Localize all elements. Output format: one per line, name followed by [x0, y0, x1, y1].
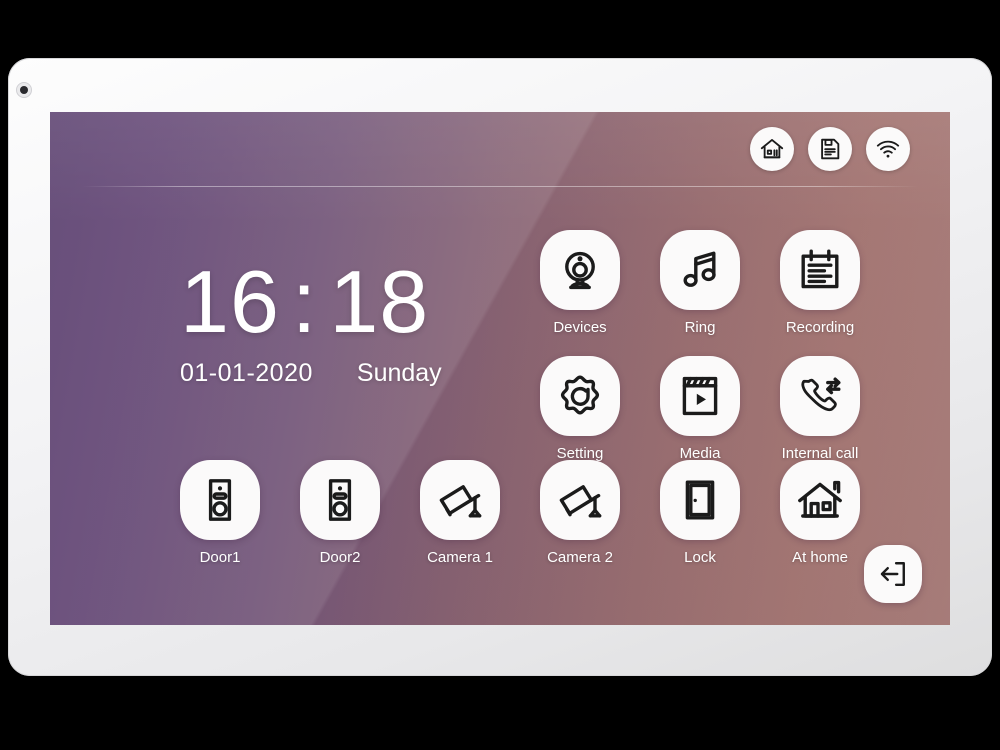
clock-colon: : — [291, 252, 318, 351]
app-label: Lock — [684, 549, 716, 566]
music-note-icon — [676, 246, 724, 294]
app-door2[interactable]: Door2 — [280, 460, 400, 566]
app-tile[interactable] — [660, 356, 740, 436]
app-media[interactable]: Media — [640, 356, 760, 462]
webcam-icon — [556, 246, 604, 294]
intercom-device-bezel: 16 : 18 01-01-2020 Sunday Devices Ring R… — [8, 58, 992, 676]
call-transfer-icon — [796, 372, 844, 420]
app-recording[interactable]: Recording — [760, 230, 880, 336]
app-tile[interactable] — [180, 460, 260, 540]
app-tile[interactable] — [780, 460, 860, 540]
app-tile[interactable] — [420, 460, 500, 540]
app-at-home[interactable]: At home — [760, 460, 880, 566]
app-tile[interactable] — [540, 460, 620, 540]
clock-widget: 16 : 18 01-01-2020 Sunday — [180, 252, 442, 388]
wifi-icon — [875, 136, 901, 162]
doorbell-panel-icon — [316, 476, 364, 524]
sd-card-icon-button[interactable] — [808, 127, 852, 171]
clock-hours: 16 — [180, 252, 280, 351]
clock-subline: 01-01-2020 Sunday — [180, 359, 442, 388]
app-tile[interactable] — [300, 460, 380, 540]
app-tile[interactable] — [780, 356, 860, 436]
app-label: Camera 1 — [427, 549, 493, 566]
exit-button[interactable] — [864, 545, 922, 603]
touchscreen-display: 16 : 18 01-01-2020 Sunday Devices Ring R… — [50, 112, 950, 625]
app-internal-call[interactable]: Internal call — [760, 356, 880, 462]
app-grid-bottom: Door1 Door2 Camera 1 Camera 2 Lock At ho… — [160, 460, 880, 566]
status-bar — [50, 112, 950, 186]
home-icon-button[interactable] — [750, 127, 794, 171]
app-label: Devices — [553, 319, 607, 336]
front-camera-lens — [20, 86, 28, 94]
clock-weekday: Sunday — [356, 358, 442, 387]
app-devices[interactable]: Devices — [520, 230, 640, 336]
app-label: Camera 2 — [547, 549, 613, 566]
home-icon — [759, 136, 785, 162]
clock-time: 16 : 18 — [180, 252, 442, 351]
app-label: Door2 — [319, 549, 361, 566]
app-label: Door1 — [199, 549, 241, 566]
house-icon — [796, 476, 844, 524]
app-label: Recording — [785, 319, 855, 336]
app-grid-top: Devices Ring Recording Setting Media Int… — [520, 230, 880, 462]
app-tile[interactable] — [660, 230, 740, 310]
app-tile[interactable] — [780, 230, 860, 310]
app-tile[interactable] — [660, 460, 740, 540]
gear-icon — [556, 372, 604, 420]
cctv-camera-icon — [556, 476, 604, 524]
clock-minutes: 18 — [329, 252, 430, 351]
exit-icon — [876, 557, 910, 591]
app-camera-2[interactable]: Camera 2 — [520, 460, 640, 566]
app-camera-1[interactable]: Camera 1 — [400, 460, 520, 566]
status-bar-divider — [82, 186, 918, 187]
screenshot-root: 16 : 18 01-01-2020 Sunday Devices Ring R… — [0, 0, 1000, 750]
app-door1[interactable]: Door1 — [160, 460, 280, 566]
app-label: Ring — [684, 319, 716, 336]
doorbell-panel-icon — [196, 476, 244, 524]
clapperboard-icon — [676, 372, 724, 420]
app-tile[interactable] — [540, 230, 620, 310]
app-ring[interactable]: Ring — [640, 230, 760, 336]
app-setting[interactable]: Setting — [520, 356, 640, 462]
door-icon — [676, 476, 724, 524]
wifi-icon-button[interactable] — [866, 127, 910, 171]
sd-card-icon — [817, 136, 843, 162]
app-label: At home — [792, 549, 848, 566]
cctv-camera-icon — [436, 476, 484, 524]
app-tile[interactable] — [540, 356, 620, 436]
notepad-icon — [796, 246, 844, 294]
app-lock[interactable]: Lock — [640, 460, 760, 566]
clock-date: 01-01-2020 — [180, 358, 313, 387]
